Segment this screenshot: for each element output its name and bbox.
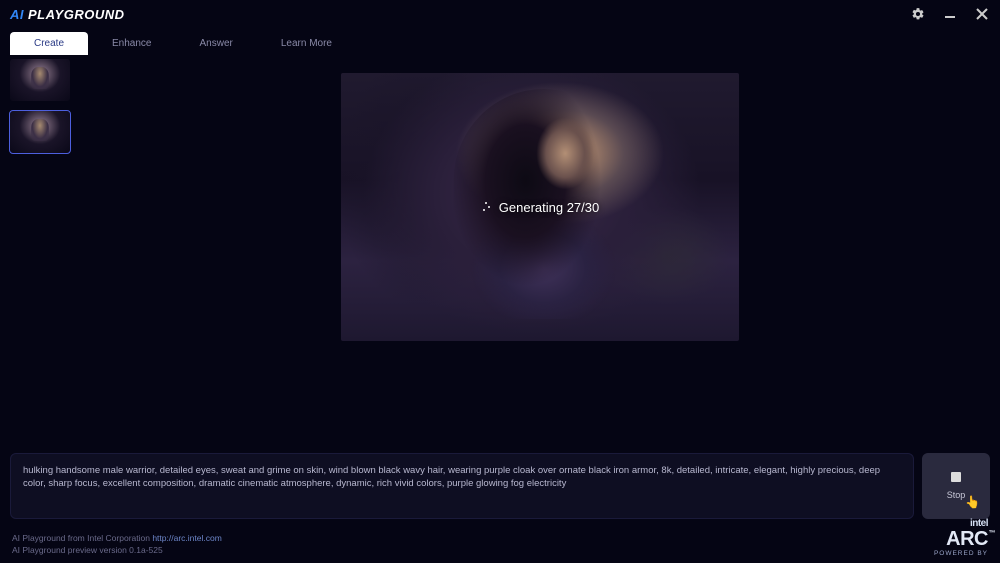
minimize-icon[interactable] <box>942 6 958 22</box>
thumbnail-1[interactable] <box>10 59 70 101</box>
logo-ai: AI <box>10 7 24 22</box>
close-icon[interactable] <box>974 6 990 22</box>
stop-icon <box>951 472 961 482</box>
tab-bar: Create Enhance Answer Learn More <box>0 32 1000 55</box>
footer-text: AI Playground from Intel Corporation htt… <box>12 533 222 557</box>
generation-status-text: Generating 27/30 <box>499 200 599 215</box>
tab-answer[interactable]: Answer <box>176 32 257 55</box>
brand-powered: POWERED BY <box>934 551 988 558</box>
footer-line1: AI Playground from Intel Corporation <box>12 533 152 543</box>
stop-button-label: Stop <box>947 490 966 500</box>
spinner-icon <box>481 202 491 212</box>
tab-create[interactable]: Create <box>10 32 88 55</box>
brand-arc: ARC™ <box>934 529 988 549</box>
canvas-area: Generating 27/30 <box>80 59 1000 439</box>
settings-icon[interactable] <box>910 6 926 22</box>
cursor-icon: 👆 <box>965 495 980 509</box>
bottom-row: hulking handsome male warrior, detailed … <box>0 453 1000 519</box>
stop-button[interactable]: Stop 👆 <box>922 453 990 519</box>
main-content: Generating 27/30 <box>0 59 1000 439</box>
logo-playground: PLAYGROUND <box>28 7 124 22</box>
footer: AI Playground from Intel Corporation htt… <box>12 519 988 558</box>
titlebar: AI PLAYGROUND <box>0 0 1000 28</box>
generated-image: Generating 27/30 <box>341 73 739 341</box>
thumbnail-sidebar <box>0 59 80 439</box>
footer-link[interactable]: http://arc.intel.com <box>152 533 221 543</box>
thumbnail-2[interactable] <box>10 111 70 153</box>
generation-status: Generating 27/30 <box>481 200 599 215</box>
brand-badge: intel ARC™ POWERED BY <box>934 519 988 558</box>
app-logo: AI PLAYGROUND <box>10 7 124 22</box>
footer-version: AI Playground preview version 0.1a-525 <box>12 545 222 557</box>
tab-enhance[interactable]: Enhance <box>88 32 175 55</box>
tab-learn-more[interactable]: Learn More <box>257 32 356 55</box>
window-controls <box>910 6 990 22</box>
prompt-input[interactable]: hulking handsome male warrior, detailed … <box>10 453 914 519</box>
